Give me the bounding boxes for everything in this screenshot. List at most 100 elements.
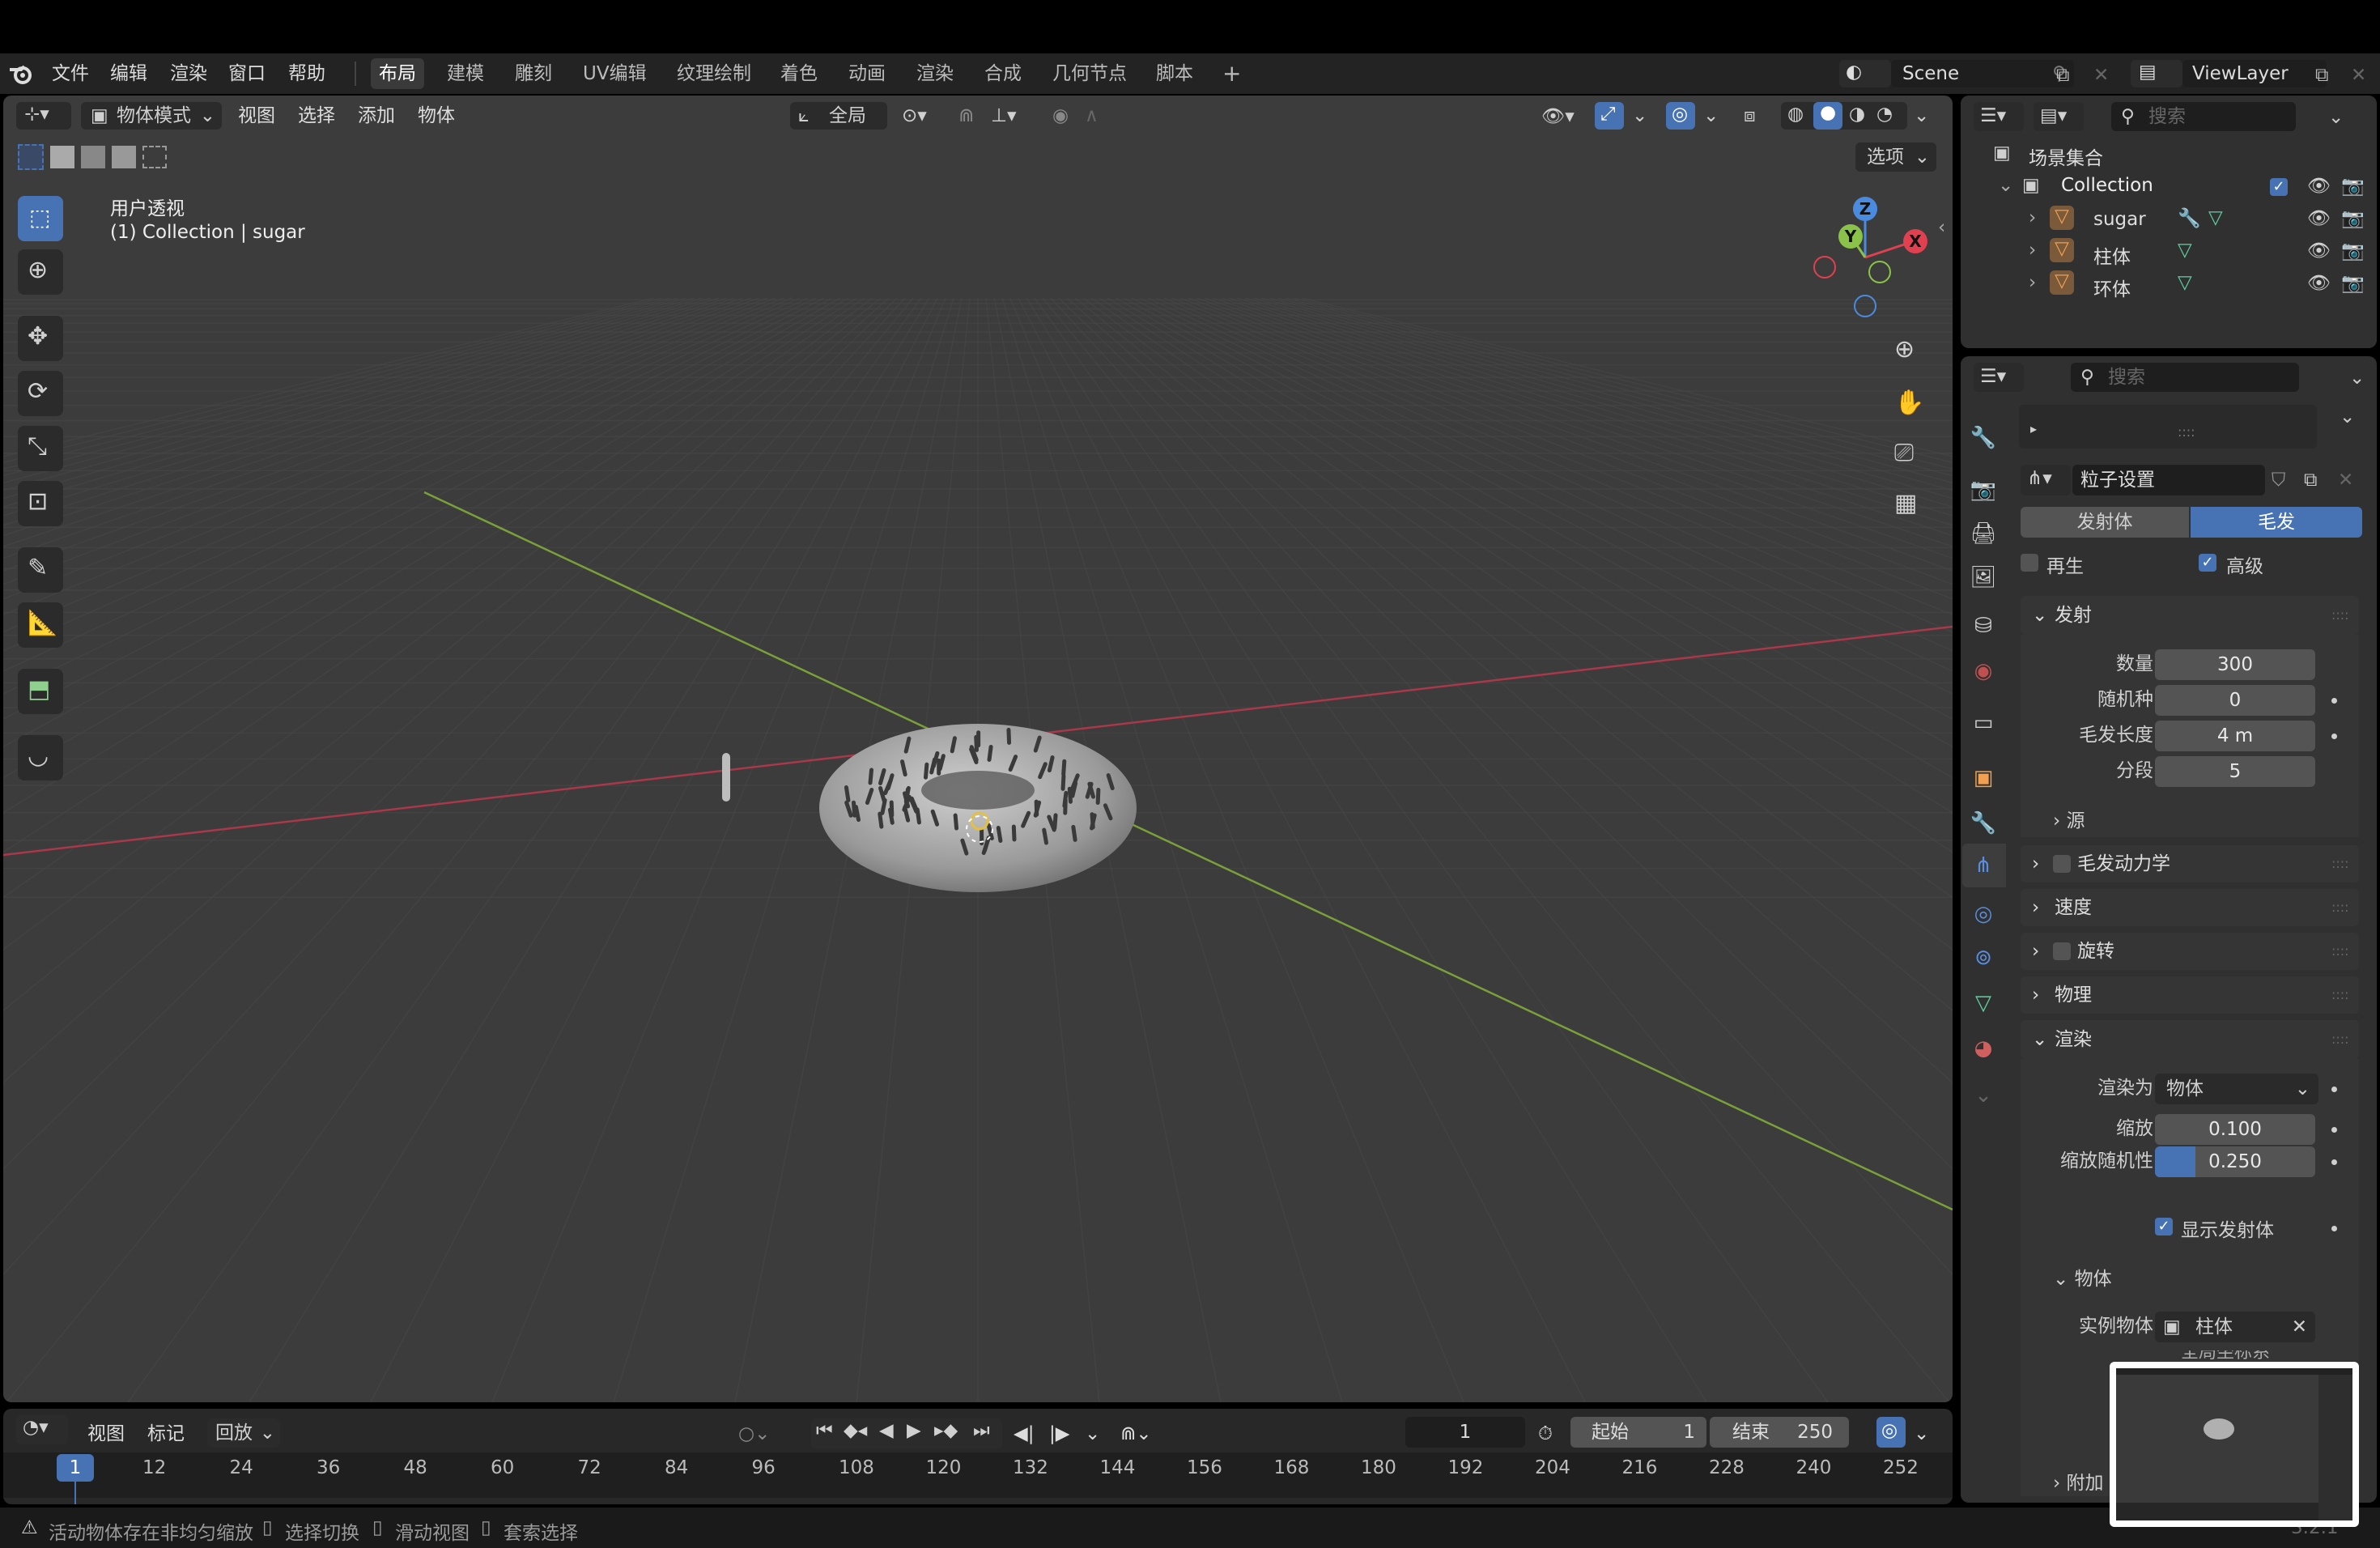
jump-start-icon[interactable]: ⏮ — [816, 1420, 833, 1441]
menu-view[interactable]: 视图 — [238, 102, 275, 130]
tab-hair[interactable]: 毛发 — [2191, 507, 2362, 538]
select-extend-icon[interactable] — [50, 146, 74, 168]
tab-emitter[interactable]: 发射体 — [2021, 507, 2189, 538]
timeline-menu-view[interactable]: 视图 — [87, 1418, 125, 1449]
object-props-icon[interactable]: ▣ — [1962, 758, 2004, 798]
keyframe-dot[interactable] — [2331, 698, 2337, 704]
jump-end-icon[interactable]: ⏭ — [973, 1420, 990, 1441]
tab-uv-editing[interactable]: UV编辑 — [575, 58, 655, 89]
render-section-header[interactable]: ⌄ 渲染 :::: — [2021, 1020, 2359, 1059]
chevron-right-icon[interactable]: › — [2029, 272, 2036, 293]
rotation-section-header[interactable]: › 旋转 :::: — [2021, 933, 2359, 970]
outliner-row[interactable]: › ▽ sugar 🔧 ▽ 👁 📷 — [1961, 202, 2377, 235]
tab-compositing[interactable]: 合成 — [976, 58, 1030, 89]
outliner-editor-type-button[interactable]: ☰▾ — [1974, 102, 2024, 131]
tab-rendering[interactable]: 渲染 — [908, 58, 962, 89]
screenshot-thumbnail[interactable] — [2110, 1362, 2359, 1527]
zoom-icon[interactable]: ⊕ — [1894, 335, 1915, 364]
drag-handle-icon[interactable]: :::: — [2331, 976, 2349, 1014]
tab-scripting[interactable]: 脚本 — [1148, 58, 1201, 89]
eye-icon[interactable]: 👁 — [2307, 272, 2331, 294]
mesh-data-icon[interactable]: ▽ — [2178, 272, 2192, 293]
render-props-icon[interactable]: 📷 — [1962, 470, 2004, 510]
particle-settings-name-field[interactable]: 粒子设置 — [2072, 465, 2265, 495]
render-as-dropdown[interactable]: 物体 ⌄ — [2155, 1074, 2318, 1104]
playhead[interactable]: 1 — [57, 1454, 94, 1482]
auto-keying-icon[interactable]: ○⌄ — [738, 1418, 770, 1449]
select-invert-icon[interactable] — [112, 146, 136, 168]
filter-icon[interactable]: ⌄ — [2328, 107, 2344, 128]
scale-random-slider[interactable]: 0.250 — [2155, 1146, 2315, 1177]
camera-icon[interactable]: 📷 — [2341, 272, 2365, 294]
spin-tool[interactable]: ◡ — [18, 735, 63, 780]
select-subtract-icon[interactable] — [81, 146, 105, 168]
pan-hand-icon[interactable]: ✋ — [1894, 389, 1924, 417]
modifier-wrench-icon[interactable]: 🔧 — [2178, 207, 2201, 229]
move-tool[interactable]: ✥ — [18, 316, 63, 361]
drag-handle-icon[interactable]: :::: — [2331, 596, 2349, 635]
cursor-tool[interactable]: ⊕ — [18, 249, 63, 295]
timeline-menu-marker[interactable]: 标记 — [147, 1418, 185, 1449]
hair-dynamics-section-header[interactable]: › 毛发动力学 :::: — [2021, 845, 2359, 882]
chevron-down-icon[interactable]: ⌄ — [1998, 175, 2013, 196]
3d-viewport[interactable]: ⊹▾ ▣ 物体模式 ⌄ 视图 选择 添加 物体 ⟀ 全局 ⊙▾ ⋒ ⊥▾ ◉ ∧… — [3, 96, 1953, 1402]
timeline-track[interactable] — [3, 1452, 1953, 1498]
menu-object[interactable]: 物体 — [418, 102, 455, 130]
timeline-editor-type-button[interactable]: ◔▾ — [16, 1415, 68, 1444]
transform-tool[interactable]: ⊡ — [18, 481, 63, 526]
sidebar-toggle-icon[interactable]: ‹ — [1938, 217, 1945, 238]
physics-props-icon[interactable]: ◎ — [1962, 894, 2004, 934]
mesh-data-props-icon[interactable]: ▽ — [1962, 983, 2004, 1023]
add-cube-tool[interactable]: ⬒ — [18, 669, 63, 714]
display-mode-button[interactable]: ▤▾ — [2034, 102, 2084, 131]
keyframe-dot[interactable] — [2331, 1127, 2337, 1133]
duplicate-icon[interactable]: ⧉ — [2304, 470, 2317, 491]
drag-handle-icon[interactable]: :::: — [2331, 889, 2349, 926]
gizmo-toggle-button[interactable]: ⤢ — [1595, 102, 1624, 130]
menu-file[interactable]: 文件 — [52, 60, 89, 87]
tab-layout[interactable]: 布局 — [371, 58, 424, 89]
properties-search-input[interactable]: ⚲ 搜索 — [2071, 363, 2299, 392]
rotate-tool[interactable]: ⟳ — [18, 371, 63, 416]
emission-section-header[interactable]: ⌄ 发射 :::: — [2021, 596, 2359, 635]
tab-modeling[interactable]: 建模 — [439, 58, 492, 89]
keyframe-dot[interactable] — [2331, 1226, 2337, 1231]
outliner-row[interactable]: › ▽ 柱体 ▽ 👁 📷 — [1961, 235, 2377, 268]
segments-field[interactable]: 5 — [2155, 756, 2315, 787]
count-field[interactable]: 300 — [2155, 649, 2315, 680]
chevron-down-icon[interactable]: ⌄ — [2340, 406, 2355, 427]
annotate-tool[interactable]: ✎ — [18, 547, 63, 593]
outliner-row[interactable]: › ▽ 环体 ▽ 👁 📷 — [1961, 267, 2377, 300]
next-keyframe-icon[interactable]: ▸◆ — [934, 1420, 958, 1441]
advanced-checkbox[interactable]: ✓ — [2199, 554, 2216, 572]
chevron-down-icon[interactable]: ⌄ — [1703, 105, 1719, 126]
wireframe-shading-icon[interactable]: ◍ — [1787, 104, 1804, 125]
menu-render[interactable]: 渲染 — [170, 60, 207, 87]
constraints-props-icon[interactable]: ⊚ — [1962, 938, 2004, 978]
options-dropdown[interactable]: 选项 ⌄ — [1855, 142, 1936, 172]
hair-dynamics-checkbox[interactable] — [2053, 855, 2071, 873]
chevron-down-icon[interactable]: ⌄ — [2349, 368, 2365, 389]
chevron-down-icon[interactable]: ⌄ — [1085, 1418, 1100, 1449]
end-frame-field[interactable]: 结束 250 — [1710, 1417, 1849, 1448]
hair-length-field[interactable]: 4 m — [2155, 721, 2315, 751]
ortho-grid-icon[interactable]: ▦ — [1894, 489, 1917, 517]
scale-field[interactable]: 0.100 — [2155, 1114, 2315, 1145]
tab-shading[interactable]: 着色 — [772, 58, 826, 89]
particles-tab[interactable]: ⋔ — [1962, 844, 2006, 887]
prev-frame-icon[interactable]: ◀| — [1014, 1418, 1034, 1449]
pivot-icon[interactable]: ⊙▾ — [902, 105, 927, 126]
chevron-down-icon[interactable]: ⌄ — [1962, 1075, 2004, 1116]
blender-logo-icon[interactable] — [8, 62, 36, 86]
source-subsection[interactable]: › 源 — [2053, 805, 2085, 837]
rotation-checkbox[interactable] — [2053, 942, 2071, 960]
drag-handle-icon[interactable]: :::: — [2331, 933, 2349, 970]
camera-icon[interactable]: 📷 — [2341, 207, 2365, 229]
collection-exclude-checkbox[interactable]: ✓ — [2270, 178, 2288, 196]
xray-icon[interactable]: ⧈ — [1744, 105, 1756, 126]
velocity-section-header[interactable]: › 速度 :::: — [2021, 889, 2359, 926]
eye-icon[interactable]: 👁 — [2307, 207, 2331, 229]
menu-window[interactable]: 窗口 — [228, 60, 266, 87]
physics-section-header[interactable]: › 物理 :::: — [2021, 976, 2359, 1014]
particle-system-list[interactable]: ▸ :::: — [2019, 405, 2317, 449]
